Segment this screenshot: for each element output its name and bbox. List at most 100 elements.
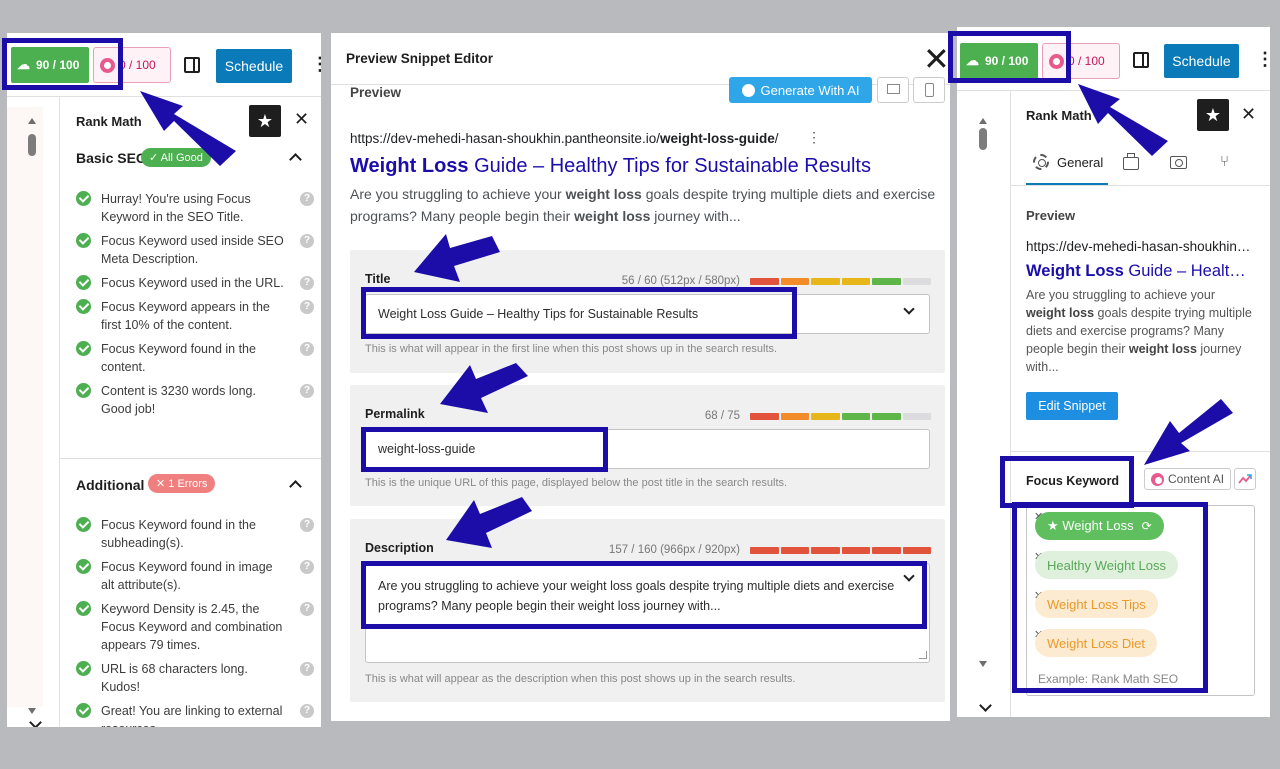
- scroll-down-icon[interactable]: [28, 708, 36, 714]
- modal-title: Preview Snippet Editor: [346, 51, 494, 66]
- sidebar-toggle-icon[interactable]: [184, 57, 200, 73]
- list-item: Focus Keyword found in the content.?: [76, 340, 316, 376]
- check-icon: [76, 299, 91, 314]
- additional-title[interactable]: Additional: [76, 477, 144, 493]
- content-ai-score-label: 0 / 100: [1068, 54, 1105, 68]
- preview-label: Preview: [350, 85, 402, 100]
- keyword-trends-button[interactable]: [1234, 468, 1256, 490]
- help-icon[interactable]: ?: [300, 518, 314, 532]
- help-icon[interactable]: ?: [300, 602, 314, 616]
- description-field-label: Description: [365, 541, 434, 555]
- serp-description: Are you struggling to achieve your weigh…: [1026, 288, 1252, 374]
- help-icon[interactable]: ?: [300, 276, 314, 290]
- highlight-description-input: [361, 561, 927, 629]
- check-icon: [76, 275, 91, 290]
- list-item: Focus Keyword used in the URL.?: [76, 274, 316, 292]
- help-icon[interactable]: ?: [300, 192, 314, 206]
- content-ai-icon: [741, 83, 755, 97]
- help-icon[interactable]: ?: [300, 704, 314, 718]
- close-panel-icon[interactable]: ✕: [1241, 104, 1256, 125]
- rank-math-panel-title: Rank Math: [76, 114, 142, 129]
- permalink-length-meter: [750, 413, 931, 420]
- serp-description: Are you struggling to achieve your weigh…: [350, 186, 936, 224]
- section-divider: [60, 458, 321, 459]
- scroll-up-icon[interactable]: [28, 118, 36, 124]
- list-item: Keyword Density is 2.45, the Focus Keywo…: [76, 600, 316, 654]
- textarea-resize-handle[interactable]: [919, 651, 927, 659]
- list-item: Focus Keyword appears in the first 10% o…: [76, 298, 316, 334]
- collapse-additional-icon[interactable]: [289, 480, 302, 493]
- list-item: Content is 3230 words long. Good job!?: [76, 382, 316, 418]
- pin-star-button[interactable]: ★: [1197, 99, 1229, 131]
- highlight-seo-score-left: [2, 38, 123, 90]
- list-item: URL is 68 characters long. Kudos!?: [76, 660, 316, 696]
- tab-social-icon[interactable]: [1170, 156, 1187, 169]
- description-char-count: 157 / 160 (966px / 920px): [608, 544, 740, 556]
- help-icon[interactable]: ?: [300, 234, 314, 248]
- check-icon: [76, 517, 91, 532]
- mobile-icon: [925, 83, 934, 97]
- scrollbar[interactable]: [7, 97, 60, 727]
- help-icon[interactable]: ?: [300, 560, 314, 574]
- additional-checklist: Focus Keyword found in the subheading(s)…: [76, 516, 316, 727]
- basic-seo-title[interactable]: Basic SEO: [76, 150, 147, 166]
- preview-label: Preview: [1026, 208, 1076, 223]
- mobile-preview-button[interactable]: [913, 77, 945, 103]
- serp-title: Weight Loss Guide – Healthy Tips for Sus…: [350, 155, 871, 177]
- section-divider: [1011, 451, 1270, 452]
- pin-star-button[interactable]: ★: [249, 105, 281, 137]
- help-icon[interactable]: ?: [300, 662, 314, 676]
- more-options-icon[interactable]: ⋮: [311, 55, 321, 73]
- content-ai-button[interactable]: Content AI: [1144, 468, 1232, 490]
- title-length-meter: [750, 278, 931, 285]
- highlight-title-input: [361, 287, 797, 339]
- check-icon: [76, 703, 91, 718]
- highlight-seo-score-right: [948, 31, 1071, 83]
- close-panel-icon[interactable]: ✕: [294, 109, 309, 130]
- tab-general[interactable]: General: [1057, 155, 1103, 170]
- general-tab-gear-icon: [1033, 154, 1049, 170]
- help-icon[interactable]: ?: [300, 384, 314, 398]
- list-item: Focus Keyword used inside SEO Meta Descr…: [76, 232, 316, 268]
- list-item: Focus Keyword found in image alt attribu…: [76, 558, 316, 594]
- content-ai-label: Content AI: [1168, 472, 1225, 486]
- edit-snippet-button[interactable]: Edit Snippet: [1026, 392, 1118, 420]
- description-length-meter: [750, 547, 931, 554]
- scroll-up-icon[interactable]: [979, 118, 987, 124]
- additional-status-badge: ✕ 1 Errors: [148, 474, 216, 493]
- more-options-icon[interactable]: ⋮: [1256, 50, 1270, 68]
- schedule-button[interactable]: Schedule: [216, 49, 292, 83]
- serp-url: https://dev-mehedi-hasan-shoukhin.panthe…: [350, 131, 779, 146]
- scrollbar[interactable]: [957, 91, 1011, 717]
- title-hint: This is what will appear in the first li…: [365, 343, 778, 355]
- highlight-keyword-list: [1012, 502, 1208, 693]
- scrollbar-track: [957, 101, 993, 697]
- help-icon[interactable]: ?: [300, 342, 314, 356]
- scroll-thumb[interactable]: [28, 134, 36, 156]
- title-char-count: 56 / 60 (512px / 580px): [621, 275, 740, 287]
- content-ai-icon: [1151, 472, 1164, 486]
- permalink-hint: This is the unique URL of this page, dis…: [365, 477, 788, 489]
- desktop-preview-button[interactable]: [877, 77, 909, 103]
- description-hint: This is what will appear as the descript…: [365, 673, 796, 685]
- list-item: Focus Keyword found in the subheading(s)…: [76, 516, 316, 552]
- tab-advanced-icon[interactable]: [1123, 153, 1139, 170]
- tabs-divider: [1011, 185, 1270, 186]
- permalink-field-label: Permalink: [365, 407, 425, 421]
- collapse-basic-seo-icon[interactable]: [289, 153, 302, 166]
- scroll-down-icon[interactable]: [979, 661, 987, 667]
- schedule-button[interactable]: Schedule: [1164, 44, 1239, 78]
- generate-with-ai-button[interactable]: Generate With AI: [729, 77, 872, 103]
- help-icon[interactable]: ?: [300, 300, 314, 314]
- basic-seo-status-badge: ✓ All Good: [141, 148, 211, 167]
- check-icon: [76, 661, 91, 676]
- trend-chart-icon: [1238, 474, 1252, 484]
- permalink-char-count: 68 / 75: [704, 410, 740, 422]
- serp-more-icon: ⋮: [807, 129, 821, 145]
- scroll-thumb[interactable]: [979, 128, 987, 150]
- close-modal-icon[interactable]: ✕: [923, 43, 950, 75]
- check-icon: [76, 601, 91, 616]
- tab-schema-icon[interactable]: ⑂: [1220, 153, 1229, 170]
- check-icon: [76, 191, 91, 206]
- sidebar-toggle-icon[interactable]: [1133, 52, 1149, 68]
